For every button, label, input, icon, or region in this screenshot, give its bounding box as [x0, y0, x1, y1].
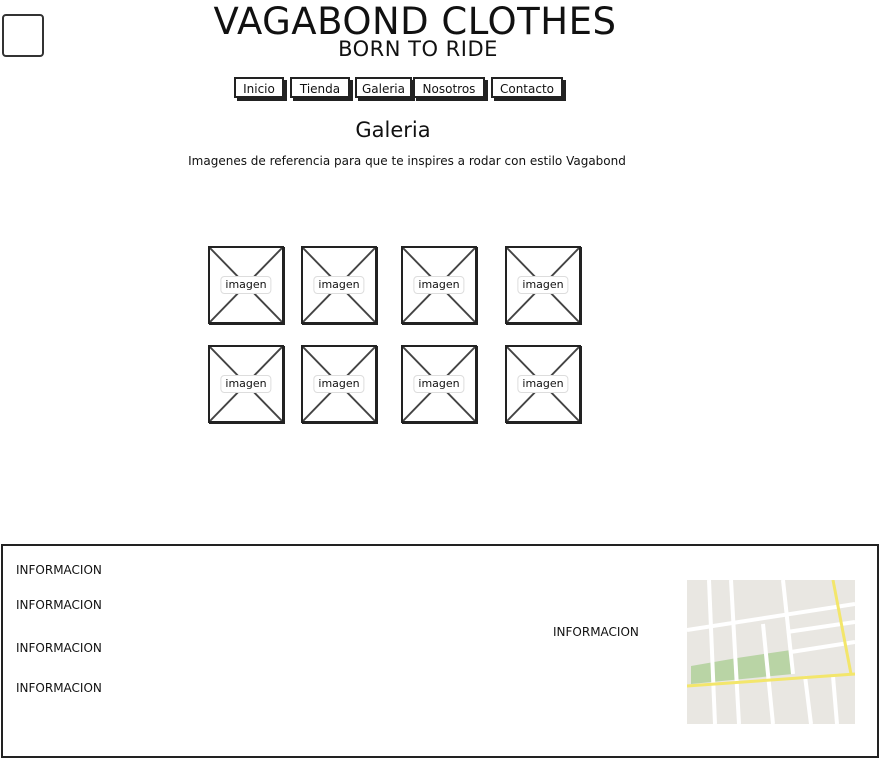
- gallery-image-label: imagen: [517, 375, 569, 393]
- page-title: Galeria: [355, 118, 431, 142]
- gallery-image-label: imagen: [413, 375, 465, 393]
- footer-info-1: INFORMACION: [16, 563, 102, 577]
- gallery-image-label: imagen: [220, 375, 272, 393]
- logo-placeholder[interactable]: [2, 14, 44, 57]
- gallery-image[interactable]: imagen: [505, 246, 581, 324]
- gallery-image[interactable]: imagen: [401, 345, 477, 423]
- footer-info-2: INFORMACION: [16, 598, 102, 612]
- gallery-image-label: imagen: [313, 276, 365, 294]
- gallery-image[interactable]: imagen: [208, 246, 284, 324]
- nav-item-inicio[interactable]: Inicio: [234, 77, 284, 98]
- gallery-image-label: imagen: [220, 276, 272, 294]
- nav-item-galeria[interactable]: Galeria: [355, 77, 412, 98]
- map-icon: [687, 580, 855, 724]
- page-description: Imagenes de referencia para que te inspi…: [188, 154, 626, 168]
- main-nav: Inicio Tienda Galeria Nosotros Contacto: [0, 77, 880, 103]
- gallery-image[interactable]: imagen: [505, 345, 581, 423]
- nav-item-tienda[interactable]: Tienda: [290, 77, 350, 98]
- gallery-image[interactable]: imagen: [208, 345, 284, 423]
- footer-info-4: INFORMACION: [16, 681, 102, 695]
- gallery-image-label: imagen: [313, 375, 365, 393]
- footer-info-3: INFORMACION: [16, 641, 102, 655]
- nav-item-contacto[interactable]: Contacto: [491, 77, 563, 98]
- gallery-image-label: imagen: [413, 276, 465, 294]
- footer: INFORMACION INFORMACION INFORMACION INFO…: [1, 544, 879, 758]
- gallery-image[interactable]: imagen: [301, 345, 377, 423]
- gallery-image-label: imagen: [517, 276, 569, 294]
- map-thumbnail[interactable]: [687, 580, 855, 724]
- nav-item-nosotros[interactable]: Nosotros: [413, 77, 485, 98]
- gallery-image[interactable]: imagen: [401, 246, 477, 324]
- brand-subtitle: BORN TO RIDE: [338, 37, 498, 61]
- gallery-image[interactable]: imagen: [301, 246, 377, 324]
- footer-info-center: INFORMACION: [553, 625, 639, 639]
